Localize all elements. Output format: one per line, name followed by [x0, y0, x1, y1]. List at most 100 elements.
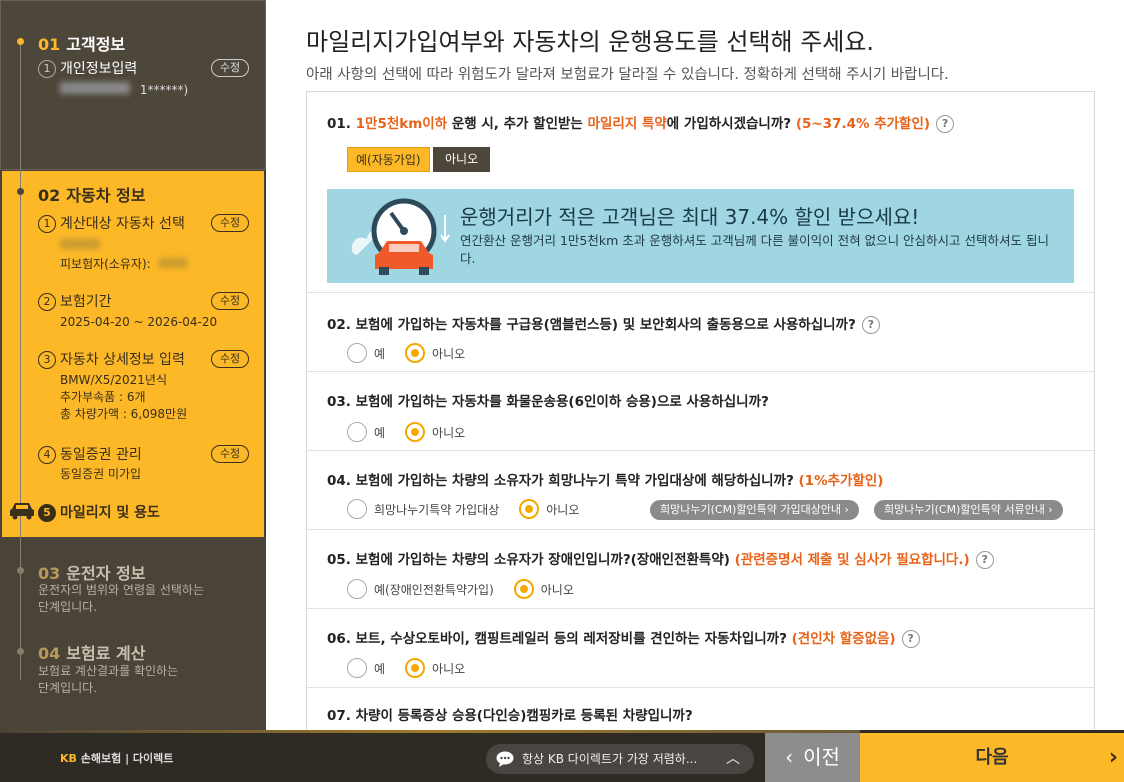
substep-car-detail[interactable]: 3 자동차 상세정보 입력	[38, 349, 185, 369]
radio-label: 아니오	[546, 502, 580, 517]
timeline-dot	[17, 567, 24, 574]
radio-yes[interactable]	[347, 579, 367, 599]
question-07: 07. 차량이 등록증상 승용(다인승)캠핑카로 등록된 차량입니까?	[307, 688, 1094, 731]
step-car-info[interactable]: 02 자동차 정보	[38, 182, 145, 206]
question-text: 02. 보험에 가입하는 자동차를 구급용(앰블런스등) 및 보안회사의 출동용…	[327, 313, 880, 334]
step-number: 03	[38, 564, 61, 583]
insured-owner-label: 피보험자(소유자):	[60, 257, 151, 271]
radio-yes[interactable]	[347, 499, 367, 519]
edit-button[interactable]: 수정	[211, 445, 249, 463]
question-03: 03. 보험에 가입하는 자동차를 화물운송용(6인이하 승용)으로 사용하십니…	[307, 372, 1094, 451]
prev-button[interactable]: ‹ 이전	[765, 733, 860, 782]
substep-car-select[interactable]: 1 계산대상 자동차 선택	[38, 213, 185, 233]
footer-accent-line	[0, 730, 860, 733]
help-icon[interactable]: ?	[861, 316, 880, 334]
substep-label: 보험기간	[60, 294, 112, 310]
substep-label: 동일증권 관리	[60, 447, 142, 463]
question-text: 07. 차량이 등록증상 승용(다인승)캠핑카로 등록된 차량입니까?	[327, 708, 693, 724]
chevron-right-icon: ›	[1108, 745, 1118, 770]
blurred-owner-name	[158, 258, 187, 268]
substep-mileage-use[interactable]: 5 마일리지 및 용도	[38, 502, 160, 522]
same-policy-value: 동일증권 미가입	[60, 467, 142, 481]
substep-label: 마일리지 및 용도	[60, 505, 160, 521]
step-title: 보험료 계산	[66, 644, 146, 663]
step-title: 운전자 정보	[66, 564, 146, 583]
substep-label: 계산대상 자동차 선택	[60, 216, 185, 232]
radio-no[interactable]	[405, 658, 426, 678]
step-premium-calc[interactable]: 04 보험료 계산	[38, 640, 145, 664]
chat-text: 항상 KB 다이렉트가 가장 저렴하...	[522, 752, 698, 766]
edit-button[interactable]: 수정	[211, 292, 249, 310]
step-customer-info[interactable]: 01 고객정보	[38, 31, 125, 55]
question-02: 02. 보험에 가입하는 자동차를 구급용(앰블런스등) 및 보안회사의 출동용…	[307, 293, 1094, 372]
question-06: 06. 보트, 수상오토바이, 캠핑트레일러 등의 레저장비를 견인하는 자동차…	[307, 609, 1094, 688]
step-driver-info[interactable]: 03 운전자 정보	[38, 560, 145, 584]
timeline-dot	[17, 648, 24, 655]
radio-group: 예 아니오	[347, 658, 485, 678]
substep-personal-info[interactable]: 1 개인정보입력	[38, 58, 137, 78]
mileage-no-button[interactable]: 아니오	[433, 147, 491, 172]
radio-no[interactable]	[405, 422, 426, 442]
question-04: 04. 보험에 가입하는 차량의 소유자가 희망나누기 특약 가입대상에 해당하…	[307, 451, 1094, 530]
question-text: 05. 보험에 가입하는 차량의 소유자가 장애인입니까?(장애인전환특약) (…	[327, 548, 994, 569]
radio-yes[interactable]	[347, 658, 367, 678]
edit-button[interactable]: 수정	[211, 214, 249, 232]
hope-sharing-eligibility-link[interactable]: 희망나누기(CM)할인특약 가입대상안내 ›	[650, 500, 859, 520]
step-number: 02	[38, 186, 61, 205]
next-button[interactable]: 다음 ›	[860, 733, 1124, 782]
chevron-left-icon: ‹	[785, 745, 794, 769]
radio-no[interactable]	[405, 343, 426, 363]
question-05: 05. 보험에 가입하는 차량의 소유자가 장애인입니까?(장애인전환특약) (…	[307, 530, 1094, 609]
radio-yes[interactable]	[347, 422, 367, 442]
step-desc: 단계입니다.	[38, 600, 98, 614]
timeline-dot	[17, 38, 24, 45]
timeline-line	[20, 40, 21, 680]
insured-owner: 피보험자(소유자):	[60, 256, 187, 273]
radio-yes[interactable]	[347, 343, 367, 363]
car-model: BMW/X5/2021년식	[60, 373, 168, 387]
resident-number-masked: 1******)	[139, 83, 189, 97]
banner-body: 연간환산 운행거리 1만5천km 초과 운행하셔도 고객님께 다른 불이익이 전…	[460, 233, 1050, 266]
substep-number: 5	[38, 504, 56, 522]
question-text: 06. 보트, 수상오토바이, 캠핑트레일러 등의 레저장비를 견인하는 자동차…	[327, 627, 920, 648]
radio-label: 예	[374, 346, 386, 361]
mileage-yes-button[interactable]: 예(자동가입)	[347, 147, 430, 172]
question-text: 03. 보험에 가입하는 자동차를 화물운송용(6인이하 승용)으로 사용하십니…	[327, 394, 769, 410]
help-icon[interactable]: ?	[936, 115, 955, 133]
radio-label: 예(장애인전환특약가입)	[374, 582, 494, 597]
radio-label: 희망나누기특약 가입대상	[374, 502, 500, 517]
radio-no[interactable]	[519, 499, 540, 519]
step-desc: 단계입니다.	[38, 681, 98, 695]
help-icon[interactable]: ?	[975, 551, 994, 569]
step-number: 04	[38, 644, 61, 663]
page-subtitle: 아래 사항의 선택에 따라 위험도가 달라져 보험료가 달라질 수 있습니다. …	[306, 67, 949, 83]
radio-label: 아니오	[432, 661, 466, 676]
timeline-dot	[17, 188, 24, 195]
substep-insurance-period[interactable]: 2 보험기간	[38, 291, 112, 311]
radio-group: 예 아니오	[347, 422, 485, 442]
speedometer-car-icon	[351, 198, 450, 275]
edit-button[interactable]: 수정	[211, 350, 249, 368]
question-list: 01. 1만5천km이하 운행 시, 추가 할인받는 마일리지 특약에 가입하시…	[306, 91, 1095, 731]
substep-number: 2	[38, 293, 56, 311]
car-icon	[10, 503, 34, 520]
edit-button[interactable]: 수정	[211, 59, 249, 77]
radio-group: 예 아니오	[347, 343, 485, 363]
substep-same-policy[interactable]: 4 동일증권 관리	[38, 444, 142, 464]
chat-banner[interactable]: 항상 KB 다이렉트가 가장 저렴하... ︿	[486, 744, 754, 774]
substep-number: 1	[38, 215, 56, 233]
next-label: 다음	[975, 747, 1009, 768]
help-icon[interactable]: ?	[901, 630, 920, 648]
chevron-up-icon[interactable]: ︿	[726, 744, 740, 774]
radio-no[interactable]	[513, 579, 534, 599]
question-text: 04. 보험에 가입하는 차량의 소유자가 희망나누기 특약 가입대상에 해당하…	[327, 473, 884, 489]
question-text: 01. 1만5천km이하 운행 시, 추가 할인받는 마일리지 특약에 가입하시…	[327, 112, 955, 133]
radio-group: 예(장애인전환특약가입) 아니오	[347, 579, 594, 599]
substep-label: 개인정보입력	[60, 61, 138, 77]
radio-label: 예	[374, 661, 386, 676]
hope-sharing-documents-link[interactable]: 희망나누기(CM)할인특약 서류안내 ›	[874, 500, 1063, 520]
insurance-period-value: 2025-04-20 ~ 2026-04-20	[60, 315, 218, 329]
kb-logo: KB 손해보험 | 다이렉트	[60, 750, 173, 766]
step-number: 01	[38, 35, 61, 54]
chat-bubble-icon	[496, 751, 514, 767]
